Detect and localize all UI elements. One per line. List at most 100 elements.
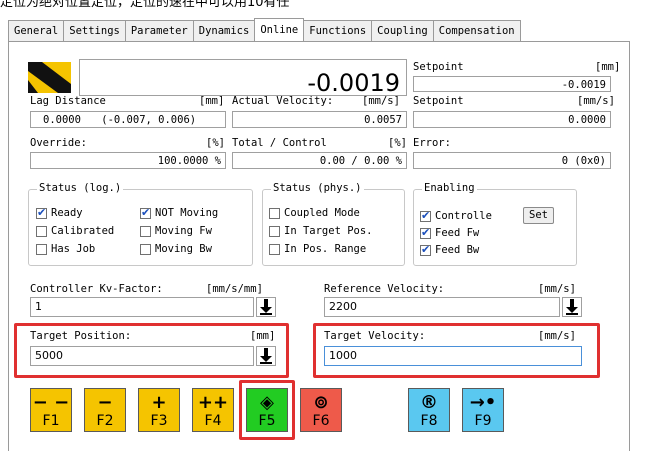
override-unit: [%] (206, 137, 225, 149)
checkbox-box[interactable] (36, 225, 47, 237)
actual-position-display: -0.0019 (79, 59, 407, 97)
checkbox-in-pos-range[interactable]: In Pos. Range (269, 243, 366, 255)
target-position-input[interactable]: 5000 (30, 346, 254, 366)
checkbox-label: In Pos. Range (284, 243, 367, 255)
tab-dynamics[interactable]: Dynamics (192, 20, 256, 42)
check-icon[interactable] (36, 206, 47, 219)
setpoint-position-value: -0.0019 (413, 76, 611, 92)
checkbox-in-target-pos[interactable]: In Target Pos. (269, 225, 373, 237)
setpoint-unit: [mm] (595, 61, 621, 73)
target-velocity-unit: [mm/s] (538, 330, 576, 342)
checkbox-label: Has Job (51, 243, 96, 255)
f8-reset-button[interactable]: ® F8 (408, 388, 450, 432)
setpoint-velocity-value: 0.0000 (413, 111, 611, 128)
check-icon[interactable] (420, 243, 431, 256)
checkbox-coupled-mode[interactable]: Coupled Mode (269, 207, 360, 219)
checkbox-label: Moving Fw (155, 225, 212, 237)
target-velocity-input[interactable]: 1000 (324, 346, 582, 366)
arrow-down-icon (566, 299, 578, 315)
fkey-label: F1 (42, 413, 60, 429)
override-value: 100.0000 % (30, 152, 226, 169)
f4-fast-forward-button[interactable]: ++ F4 (192, 388, 234, 432)
checkbox-box[interactable] (269, 225, 280, 237)
checkbox-feed-bw[interactable]: Feed Bw (420, 243, 480, 256)
target-position-download-button[interactable] (256, 346, 276, 366)
setpoint-velocity-label: Setpoint (413, 95, 464, 107)
fkey-label: F5 (258, 413, 276, 429)
tab-coupling[interactable]: Coupling (371, 20, 434, 42)
fkey-label: F8 (420, 413, 438, 429)
checkbox-has-job[interactable]: Has Job (36, 243, 95, 255)
f9-reference-button[interactable]: →• F9 (462, 388, 504, 432)
checkbox-moving-fw[interactable]: Moving Fw (140, 225, 212, 237)
kv-factor-unit: [mm/s/mm] (206, 283, 263, 295)
reference-velocity-input[interactable]: 2200 (324, 297, 560, 317)
checkbox-box[interactable] (140, 225, 151, 237)
error-value: 0 (0x0) (413, 152, 611, 169)
status-phys-title: Status (phys.) (271, 182, 364, 194)
checkbox-feed-fw[interactable]: Feed Fw (420, 226, 480, 239)
checkbox-box[interactable] (269, 207, 280, 219)
arrow-down-icon (260, 348, 272, 364)
error-label: Error: (413, 137, 451, 149)
tab-compensation[interactable]: Compensation (432, 20, 521, 42)
checkbox-label: Ready (51, 207, 83, 219)
double-plus-icon: ++ (197, 392, 229, 413)
tab-general[interactable]: General (8, 20, 65, 42)
arrow-down-icon (260, 299, 272, 315)
lag-distance-unit: [mm] (199, 95, 225, 107)
check-icon[interactable] (420, 209, 431, 222)
reference-velocity-unit: [mm/s] (538, 283, 576, 295)
total-control-unit: [%] (388, 137, 407, 149)
override-label: Override: (30, 137, 87, 149)
tab-parameter[interactable]: Parameter (124, 20, 194, 42)
checkbox-label: Feed Bw (435, 244, 480, 256)
checkbox-label: In Target Pos. (284, 225, 373, 237)
tab-online[interactable]: Online (254, 18, 305, 42)
actual-position-value: -0.0019 (307, 69, 400, 97)
kv-factor-download-button[interactable] (256, 297, 276, 317)
actual-velocity-unit: [mm/s] (362, 95, 400, 107)
check-icon[interactable] (140, 206, 151, 219)
fkey-label: F2 (96, 413, 114, 429)
checkbox-controller[interactable]: Controlle (420, 209, 492, 222)
fkey-label: F3 (150, 413, 168, 429)
actual-velocity-label: Actual Velocity: (232, 95, 334, 107)
tab-settings[interactable]: Settings (63, 20, 126, 42)
tab-functions[interactable]: Functions (303, 20, 373, 42)
check-icon[interactable] (420, 226, 431, 239)
f2-reverse-button[interactable]: − F2 (84, 388, 126, 432)
target-position-label: Target Position: (30, 330, 132, 342)
checkbox-not-moving[interactable]: NOT Moving (140, 206, 219, 219)
enabling-title: Enabling (422, 182, 477, 194)
checkbox-label: NOT Moving (155, 207, 219, 219)
fkey-label: F4 (204, 413, 222, 429)
total-control-value: 0.00 / 0.00 % (232, 152, 407, 169)
checkbox-label: Feed Fw (435, 227, 480, 239)
setpoint-label: Setpoint (413, 61, 464, 73)
checkbox-label: Coupled Mode (284, 207, 360, 219)
f1-fast-reverse-button[interactable]: − − F1 (30, 388, 72, 432)
checkbox-calibrated[interactable]: Calibrated (36, 225, 114, 237)
f6-stop-button[interactable]: ⊚ F6 (300, 388, 342, 432)
checkbox-moving-bw[interactable]: Moving Bw (140, 243, 212, 255)
checkbox-label: Calibrated (51, 225, 115, 237)
set-button[interactable]: Set (523, 207, 554, 224)
total-control-label: Total / Control (232, 137, 327, 149)
f3-forward-button[interactable]: + F3 (138, 388, 180, 432)
kv-factor-input[interactable]: 1 (30, 297, 254, 317)
status-log-title: Status (log.) (37, 182, 124, 194)
setpoint-velocity-unit: [mm/s] (577, 95, 615, 107)
target-position-unit: [mm] (250, 330, 276, 342)
checkbox-ready[interactable]: Ready (36, 206, 83, 219)
checkbox-box[interactable] (269, 243, 280, 255)
tab-bar: General Settings Parameter Dynamics Onli… (8, 18, 521, 42)
checkbox-box[interactable] (36, 243, 47, 255)
checkbox-box[interactable] (140, 243, 151, 255)
f5-start-button[interactable]: ◈ F5 (246, 388, 288, 432)
top-banner-text: 定位为绝对位置定位，定位的速在中可以用10有任 (0, 0, 290, 10)
reference-velocity-download-button[interactable] (562, 297, 582, 317)
checkbox-label: Controlle (435, 210, 492, 222)
checkbox-label: Moving Bw (155, 243, 212, 255)
axis-status-icon (28, 62, 71, 93)
